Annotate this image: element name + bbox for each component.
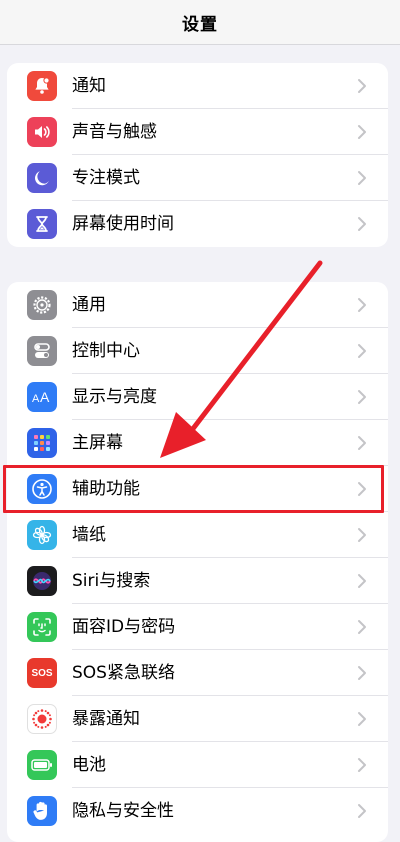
settings-row-accessibility[interactable]: 辅助功能	[7, 466, 388, 512]
moon-icon	[27, 163, 57, 193]
toggles-icon	[27, 336, 57, 366]
settings-row-screen-time[interactable]: 屏幕使用时间	[7, 201, 388, 247]
settings-row-label: 墙纸	[72, 525, 106, 545]
speaker-icon	[27, 117, 57, 147]
settings-group-2: 通用 控制中心 AA 显示与亮度 主屏幕 辅助功能 墙纸 Siri与搜索 面容I…	[7, 282, 388, 842]
settings-row-label: 暴露通知	[72, 709, 140, 729]
exposure-icon	[27, 704, 57, 734]
settings-row-notifications[interactable]: 通知	[7, 63, 388, 109]
settings-row-emergency-sos[interactable]: SOS SOS紧急联络	[7, 650, 388, 696]
home-grid-icon	[27, 428, 57, 458]
accessibility-icon	[27, 474, 57, 504]
settings-row-label: 电池	[72, 755, 106, 775]
settings-row-siri[interactable]: Siri与搜索	[7, 558, 388, 604]
text-size-icon: AA	[27, 382, 57, 412]
navigation-bar: 设置	[0, 0, 400, 45]
chevron-right-icon	[358, 712, 366, 726]
settings-row-privacy[interactable]: 隐私与安全性	[7, 788, 388, 834]
settings-row-label: 主屏幕	[72, 433, 123, 453]
bell-icon	[27, 71, 57, 101]
sos-icon: SOS	[27, 658, 57, 688]
settings-row-label: 辅助功能	[72, 479, 140, 499]
settings-row-battery[interactable]: 电池	[7, 742, 388, 788]
settings-row-focus[interactable]: 专注模式	[7, 155, 388, 201]
settings-row-sounds[interactable]: 声音与触感	[7, 109, 388, 155]
chevron-right-icon	[358, 482, 366, 496]
settings-row-label: 屏幕使用时间	[72, 214, 174, 234]
flower-icon	[27, 520, 57, 550]
settings-group-1: 通知 声音与触感 专注模式 屏幕使用时间	[7, 63, 388, 247]
siri-icon	[27, 566, 57, 596]
gear-icon	[27, 290, 57, 320]
chevron-right-icon	[358, 804, 366, 818]
settings-row-label: 通知	[72, 76, 106, 96]
settings-row-label: 声音与触感	[72, 122, 157, 142]
page-title: 设置	[182, 14, 218, 35]
svg-text:A: A	[40, 389, 50, 405]
settings-row-label: SOS紧急联络	[72, 663, 175, 683]
chevron-right-icon	[358, 79, 366, 93]
settings-row-label: 面容ID与密码	[72, 617, 176, 637]
chevron-right-icon	[358, 125, 366, 139]
chevron-right-icon	[358, 171, 366, 185]
chevron-right-icon	[358, 344, 366, 358]
face-id-icon	[27, 612, 57, 642]
chevron-right-icon	[358, 574, 366, 588]
chevron-right-icon	[358, 298, 366, 312]
chevron-right-icon	[358, 436, 366, 450]
sos-icon-text: SOS	[31, 667, 53, 679]
battery-icon	[27, 750, 57, 780]
chevron-right-icon	[358, 528, 366, 542]
chevron-right-icon	[358, 390, 366, 404]
settings-row-label: 控制中心	[72, 341, 140, 361]
settings-row-general[interactable]: 通用	[7, 282, 388, 328]
chevron-right-icon	[358, 217, 366, 231]
settings-row-exposure[interactable]: 暴露通知	[7, 696, 388, 742]
settings-row-face-id[interactable]: 面容ID与密码	[7, 604, 388, 650]
settings-row-label: 显示与亮度	[72, 387, 157, 407]
settings-row-home-screen[interactable]: 主屏幕	[7, 420, 388, 466]
chevron-right-icon	[358, 620, 366, 634]
settings-row-label: Siri与搜索	[72, 571, 151, 591]
settings-row-label: 隐私与安全性	[72, 801, 174, 821]
chevron-right-icon	[358, 666, 366, 680]
settings-row-control-center[interactable]: 控制中心	[7, 328, 388, 374]
hand-icon	[27, 796, 57, 826]
settings-row-wallpaper[interactable]: 墙纸	[7, 512, 388, 558]
hourglass-icon	[27, 209, 57, 239]
settings-row-label: 通用	[72, 295, 106, 315]
settings-row-display[interactable]: AA 显示与亮度	[7, 374, 388, 420]
svg-text:A: A	[32, 393, 40, 405]
chevron-right-icon	[358, 758, 366, 772]
settings-row-label: 专注模式	[72, 168, 140, 188]
